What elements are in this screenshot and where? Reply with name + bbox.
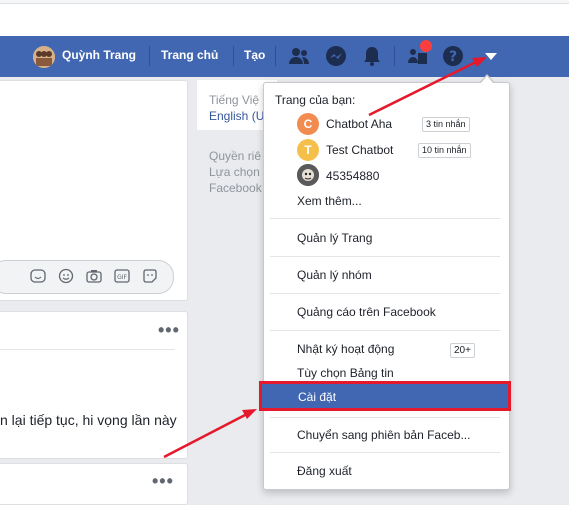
arrow-to-dropdown [368, 60, 477, 117]
arrow-to-settings [163, 412, 248, 459]
arrow-head-dropdown-icon [472, 57, 487, 67]
annotation-arrows [163, 57, 487, 459]
arrow-head-settings-icon [242, 409, 257, 419]
